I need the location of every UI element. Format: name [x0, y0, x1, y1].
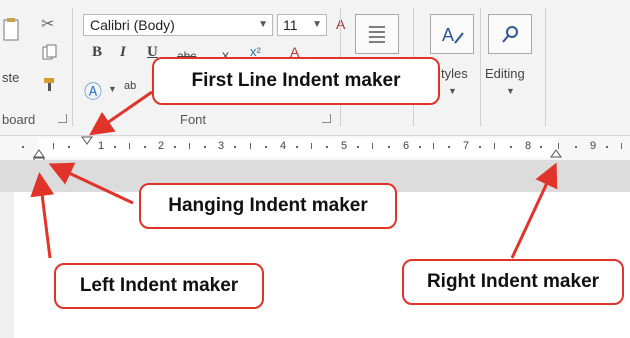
hanging-indent-callout: Hanging Indent maker: [139, 183, 397, 229]
left-indent-callout: Left Indent maker: [54, 263, 264, 309]
first-line-arrow: [89, 90, 153, 136]
hanging-arrow: [48, 162, 134, 205]
right-indent-callout: Right Indent maker: [402, 259, 624, 305]
left-arrow: [30, 172, 55, 259]
first-line-indent-callout: First Line Indent maker: [152, 57, 440, 105]
right-arrow: [510, 162, 558, 259]
